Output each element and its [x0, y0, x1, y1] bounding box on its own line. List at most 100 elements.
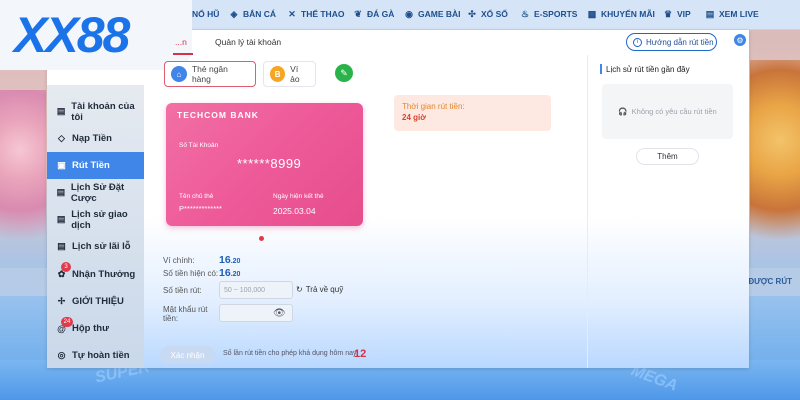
gift-icon: ▩: [587, 8, 597, 19]
bank-card-method-button[interactable]: ⌂ Thẻ ngân hàng: [164, 61, 256, 87]
nav-item-live[interactable]: ▤ XEM LIVE: [705, 9, 759, 20]
return-to-fund-link[interactable]: ↻ Trả về quỹ: [296, 285, 343, 294]
sidebar-item-label: Rút Tiền: [72, 160, 110, 171]
transaction-icon: ▤: [56, 214, 66, 224]
background-decoration-right: [750, 60, 800, 280]
edit-icon[interactable]: ✎: [335, 64, 353, 82]
withdraw-time-label: Thời gian rút tiền:: [402, 102, 465, 111]
card-account-label: Số Tài Khoản: [179, 142, 219, 149]
account-panel: [47, 30, 749, 368]
crown-icon: ♛: [663, 8, 673, 19]
nav-item-lottery[interactable]: ✣ XỔ SỐ: [467, 8, 508, 20]
nav-label: E-SPORTS: [534, 9, 578, 19]
referral-icon: ✢: [57, 296, 66, 306]
guide-button-label: Hướng dẫn rút tiền: [646, 37, 714, 47]
carousel-dot[interactable]: [259, 236, 264, 241]
nav-label: KHUYẾN MÃI: [601, 9, 655, 19]
nav-item-vip[interactable]: ♛ VIP: [663, 8, 691, 20]
logo-container[interactable]: XX88: [0, 0, 192, 70]
history-empty-box: 🎧 Không có yêu cầu rút tiền: [602, 84, 733, 139]
mailbox-badge: 24: [61, 317, 73, 327]
background-decoration-left: [0, 90, 46, 290]
nav-label: XEM LIVE: [719, 9, 759, 19]
card-owner-value: P*************: [179, 204, 222, 213]
nav-item-promotions[interactable]: ▩ KHUYẾN MÃI: [587, 8, 655, 20]
sidebar-item-withdraw[interactable]: ▣ Rút Tiền: [47, 152, 144, 179]
nav-item-cockfight[interactable]: ❦ ĐÁ GÀ: [353, 8, 395, 20]
sidebar-item-my-account[interactable]: ▤ Tài khoản của tôi: [47, 98, 144, 125]
bank-card[interactable]: TECHCOM BANK Số Tài Khoản ******8999 Tên…: [166, 103, 363, 226]
withdraw-time-box: Thời gian rút tiền: 24 giờ: [394, 95, 551, 131]
fish-icon: ◈: [230, 8, 238, 19]
card-owner-label: Tên chủ thẻ: [179, 193, 214, 200]
history-empty-text: Không có yêu cầu rút tiền: [631, 107, 717, 116]
nav-item-esports[interactable]: ♨ E-SPORTS: [520, 8, 578, 20]
tab-withdraw[interactable]: ...n: [175, 37, 187, 47]
sidebar-item-referral[interactable]: ✢ GIỚI THIỆU: [47, 288, 144, 315]
history-divider: [587, 55, 588, 368]
confirm-button[interactable]: Xác nhận: [160, 346, 215, 364]
nav-item-sports[interactable]: ✕ THỂ THAO: [287, 8, 345, 20]
sidebar-item-label: GIỚI THIỆU: [72, 296, 124, 307]
card-expiry-label: Ngày hiện kết thẻ: [273, 193, 324, 200]
eye-hidden-icon[interactable]: 👁: [273, 308, 286, 319]
background-strip-text: ĐƯỢC RÚT: [748, 277, 792, 286]
sidebar-item-deposit[interactable]: ◇ Nạp Tiền: [47, 125, 144, 152]
return-link-label: Trả về quỹ: [305, 285, 344, 294]
loss-history-icon: ▤: [57, 241, 66, 251]
sidebar-item-auto-refund[interactable]: ◎ Tự hoàn tiền: [47, 342, 144, 369]
nav-label: VIP: [677, 9, 691, 19]
sidebar-item-label: Lịch sử lãi lỗ: [72, 241, 131, 252]
method-label: Ví ảo: [290, 64, 300, 84]
withdraw-guide-button[interactable]: i Hướng dẫn rút tiền: [626, 33, 717, 51]
sidebar-item-label: Nạp Tiền: [72, 133, 112, 144]
nav-item-cards[interactable]: ◉ GAME BÀI: [404, 8, 461, 20]
refund-icon: ◎: [57, 350, 66, 360]
sidebar-item-label: Nhận Thưởng: [72, 269, 136, 280]
nav-label: NỔ HŨ: [192, 9, 220, 19]
nav-label: ĐÁ GÀ: [367, 9, 395, 19]
nav-label: BẮN CÁ: [243, 9, 277, 19]
rooster-icon: ❦: [354, 8, 362, 19]
nav-label: THỂ THAO: [301, 9, 345, 19]
history-title-bar: [600, 64, 602, 74]
sports-icon: ✕: [288, 8, 296, 19]
withdraw-time-value: 24 giờ: [402, 113, 426, 122]
method-label: Thẻ ngân hàng: [191, 64, 228, 84]
amount-input[interactable]: 50 ~ 100,000: [219, 281, 293, 299]
sidebar-item-label: Lịch Sử Đặt Cược: [70, 181, 125, 204]
withdrawable-decimal: .20: [230, 271, 241, 278]
nav-label: XỔ SỐ: [481, 9, 508, 19]
card-account-number: ******8999: [237, 156, 302, 171]
bitcoin-icon: B: [270, 66, 286, 82]
account-icon: ▤: [56, 106, 66, 116]
withdrawable-integer: 16: [219, 267, 231, 279]
history-title: Lịch sử rút tiền gần đây: [600, 64, 690, 74]
withdraw-icon: ▣: [57, 160, 66, 170]
refresh-icon: ↻: [296, 285, 303, 294]
esports-icon: ♨: [520, 8, 530, 19]
remaining-withdrawals-label: Số lần rút tiền cho phép khả dụng hôm na…: [223, 350, 359, 357]
history-more-button[interactable]: Thêm: [636, 148, 699, 165]
nav-label: GAME BÀI: [418, 9, 461, 19]
card-bank-name: TECHCOM BANK: [177, 110, 259, 120]
deposit-icon: ◇: [58, 133, 65, 143]
sidebar-item-transactions[interactable]: ▤ Lịch sử giao dịch: [47, 206, 144, 233]
bank-icon: ⌂: [171, 66, 187, 82]
info-icon: i: [633, 37, 642, 47]
nav-item-fish[interactable]: ◈ BẮN CÁ: [229, 8, 277, 20]
tab-active-indicator: [173, 53, 193, 55]
e-wallet-method-button[interactable]: B Ví ảo: [263, 61, 316, 87]
sidebar-item-label: Tự hoàn tiền: [72, 350, 130, 361]
history-title-text: Lịch sử rút tiền gần đây: [606, 64, 690, 74]
settings-icon[interactable]: ⚙: [734, 34, 746, 46]
lottery-icon: ✣: [468, 8, 476, 19]
amount-label: Số tiền rút:: [163, 286, 202, 295]
sidebar-item-profit-loss[interactable]: ▤ Lịch sử lãi lỗ: [47, 233, 144, 260]
gamepad-icon: ◉: [405, 8, 413, 19]
password-label: Mật khẩu rút tiền:: [163, 305, 208, 323]
tab-account-management[interactable]: Quản lý tài khoản: [215, 37, 281, 47]
sidebar-item-label: Lịch sử giao dịch: [71, 208, 128, 231]
sidebar-item-bet-history[interactable]: ▤ Lịch Sử Đặt Cược: [47, 179, 144, 206]
sidebar-item-label: Hộp thư: [72, 323, 109, 334]
